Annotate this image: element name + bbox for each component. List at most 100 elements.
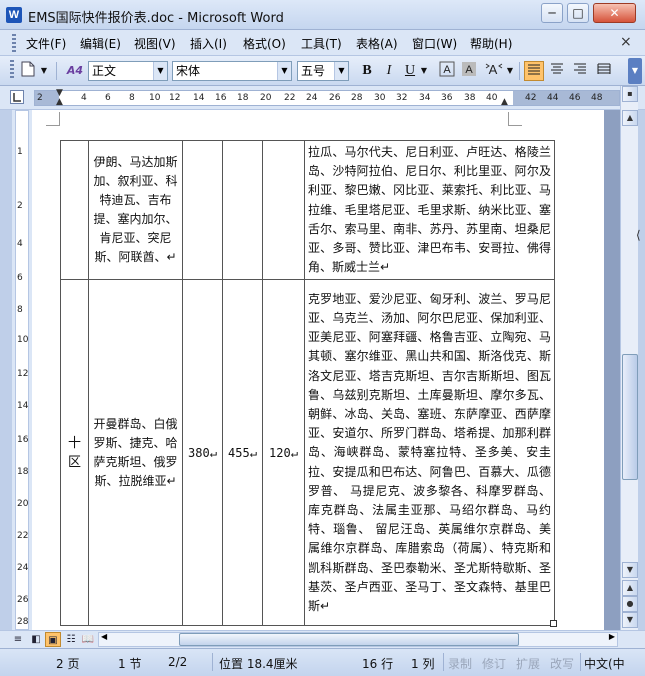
align-center-button[interactable] xyxy=(547,61,567,81)
scroll-left-arrow-icon[interactable]: ◀ xyxy=(101,632,107,641)
chevron-down-icon[interactable]: ▼ xyxy=(277,62,291,80)
status-column[interactable]: 1 列 xyxy=(411,655,434,672)
new-document-icon[interactable] xyxy=(18,61,38,81)
underline-dropdown-icon[interactable]: ▼ xyxy=(419,61,429,81)
horizontal-scrollbar[interactable]: ◀ ▶ xyxy=(98,632,618,647)
menu-format[interactable]: 格式(O) xyxy=(243,35,286,52)
crop-mark xyxy=(508,112,522,126)
ruler-toggle-icon[interactable]: ▪ xyxy=(622,86,638,102)
panel-expand-icon[interactable]: ⟨ xyxy=(636,228,641,242)
price-cell[interactable]: 120↵ xyxy=(262,279,305,627)
status-overtype[interactable]: 改写 xyxy=(550,655,574,672)
scroll-up-arrow-icon[interactable]: ▲ xyxy=(622,110,638,126)
status-position[interactable]: 位置 18.4厘米 xyxy=(219,655,298,672)
next-page-icon[interactable]: ▼ xyxy=(622,612,638,628)
menu-edit[interactable]: 编辑(E) xyxy=(80,35,121,52)
character-border-icon[interactable]: A xyxy=(438,61,456,81)
table-row: 伊朗、马达加斯加、叙利亚、科特迪瓦、吉布提、塞内加尔、肯尼亚、突尼斯、阿联酋、↵… xyxy=(60,139,555,281)
horizontal-ruler[interactable]: 2 4 6 8 10 12 14 16 18 20 22 24 26 28 30… xyxy=(0,86,645,110)
styles-formatting-icon[interactable]: A4 xyxy=(64,61,86,81)
scroll-down-arrow-icon[interactable]: ▼ xyxy=(622,562,638,578)
ruler-tick: 8 xyxy=(17,305,23,315)
toolbar-grip-handle[interactable] xyxy=(10,60,14,78)
destination-list-cell[interactable]: 克罗地亚、爱沙尼亚、匈牙利、波兰、罗马尼亚、乌克兰、汤加、阿尔巴尼亚、保加利亚、… xyxy=(304,279,555,627)
vertical-ruler[interactable]: 1 2 4 6 8 10 12 14 16 18 20 22 24 26 28 xyxy=(12,110,32,630)
maximize-button[interactable]: □ xyxy=(567,3,589,23)
status-line[interactable]: 16 行 xyxy=(362,655,393,672)
destination-list-cell[interactable]: 拉瓜、马尔代夫、尼日利亚、卢旺达、格陵兰岛、沙特阿拉伯、尼日尔、利比里亚、阿尔及… xyxy=(304,139,555,281)
menu-table[interactable]: 表格(A) xyxy=(356,35,398,52)
menu-view[interactable]: 视图(V) xyxy=(134,35,176,52)
ruler-tick: 1 xyxy=(17,147,23,157)
status-language[interactable]: 中文(中 xyxy=(584,655,625,672)
svg-text:A: A xyxy=(489,62,498,77)
underline-button[interactable]: U xyxy=(402,61,418,81)
table-resize-handle[interactable] xyxy=(550,620,557,627)
font-select[interactable]: 宋体 ▼ xyxy=(172,61,292,81)
outline-view-icon[interactable]: ☷ xyxy=(63,632,79,647)
menu-grip-handle[interactable] xyxy=(12,34,16,52)
status-record[interactable]: 录制 xyxy=(448,655,472,672)
price-table[interactable]: 伊朗、马达加斯加、叙利亚、科特迪瓦、吉布提、塞内加尔、肯尼亚、突尼斯、阿联酋、↵… xyxy=(60,139,555,627)
word-app-icon[interactable]: W xyxy=(6,7,22,23)
status-track-changes[interactable]: 修订 xyxy=(482,655,506,672)
zone-cell[interactable] xyxy=(60,139,89,281)
font-select-value: 宋体 xyxy=(176,64,201,78)
zone-cell[interactable]: 十区 xyxy=(60,279,89,627)
menu-tools[interactable]: 工具(T) xyxy=(301,35,342,52)
status-section[interactable]: 1 节 xyxy=(118,655,141,672)
vertical-scrollbar[interactable]: ▪ ▲ ▼ ▲ ● ▼ xyxy=(620,86,638,630)
price-cell[interactable]: 380↵ xyxy=(182,279,223,627)
align-justify-button[interactable] xyxy=(524,61,544,81)
status-extend[interactable]: 扩展 xyxy=(516,655,540,672)
scroll-right-arrow-icon[interactable]: ▶ xyxy=(609,632,615,641)
document-area[interactable]: 伊朗、马达加斯加、叙利亚、科特迪瓦、吉布提、塞内加尔、肯尼亚、突尼斯、阿联酋、↵… xyxy=(32,110,620,630)
horizontal-scroll-thumb[interactable] xyxy=(179,633,519,646)
new-document-dropdown-icon[interactable]: ▼ xyxy=(39,61,49,81)
web-layout-view-icon[interactable]: ◧ xyxy=(28,632,44,647)
svg-text:A: A xyxy=(465,64,473,76)
country-list-cell[interactable]: 伊朗、马达加斯加、叙利亚、科特迪瓦、吉布提、塞内加尔、肯尼亚、突尼斯、阿联酋、↵ xyxy=(88,139,183,281)
bold-button[interactable]: B xyxy=(358,61,376,81)
ruler-strip[interactable]: 2 4 6 8 10 12 14 16 18 20 22 24 26 28 30… xyxy=(34,88,620,107)
chevron-down-icon[interactable]: ▼ xyxy=(153,62,167,80)
right-indent-marker[interactable]: ▲ xyxy=(501,97,508,107)
chevron-down-icon[interactable]: ▼ xyxy=(334,62,348,80)
ruler-tick: 42 xyxy=(525,93,537,103)
distributed-align-button[interactable] xyxy=(594,61,614,81)
status-page-of[interactable]: 2/2 xyxy=(168,655,187,669)
print-layout-view-icon[interactable]: ▣ xyxy=(45,632,61,647)
vertical-scroll-thumb[interactable] xyxy=(622,354,638,480)
ruler-tick: 14 xyxy=(17,401,29,411)
country-list-cell[interactable]: 开曼群岛、白俄罗斯、捷克、哈萨克斯坦、俄罗斯、拉脱维亚↵ xyxy=(88,279,183,627)
document-page[interactable]: 伊朗、马达加斯加、叙利亚、科特迪瓦、吉布提、塞内加尔、肯尼亚、突尼斯、阿联酋、↵… xyxy=(32,110,604,630)
menu-help[interactable]: 帮助(H) xyxy=(470,35,512,52)
price-cell[interactable] xyxy=(222,139,263,281)
normal-view-icon[interactable]: ≡ xyxy=(10,632,26,647)
menu-insert[interactable]: 插入(I) xyxy=(190,35,227,52)
toolbar-options-icon[interactable]: ▼ xyxy=(628,58,642,84)
italic-button[interactable]: I xyxy=(380,61,398,81)
font-size-select[interactable]: 五号 ▼ xyxy=(297,61,349,81)
style-select[interactable]: 正文 ▼ xyxy=(88,61,168,81)
price-cell[interactable] xyxy=(182,139,223,281)
character-scaling-icon[interactable]: A xyxy=(484,61,504,81)
menu-file[interactable]: 文件(F) xyxy=(26,35,66,52)
status-page[interactable]: 2 页 xyxy=(56,655,79,672)
price-cell[interactable] xyxy=(262,139,305,281)
close-button[interactable]: ✕ xyxy=(593,3,636,23)
reading-view-icon[interactable]: 📖 xyxy=(80,632,96,647)
scaling-dropdown-icon[interactable]: ▼ xyxy=(505,61,515,81)
hanging-indent-marker[interactable]: ▲ xyxy=(56,97,63,107)
previous-page-icon[interactable]: ▲ xyxy=(622,580,638,596)
ruler-tick: 38 xyxy=(464,93,476,103)
menu-window[interactable]: 窗口(W) xyxy=(412,35,457,52)
character-shading-icon[interactable]: A xyxy=(460,61,478,81)
ruler-tick: 30 xyxy=(374,93,386,103)
browse-object-icon[interactable]: ● xyxy=(622,596,638,612)
minimize-button[interactable]: ─ xyxy=(541,3,563,23)
tab-selector-icon[interactable] xyxy=(10,90,24,104)
align-right-button[interactable] xyxy=(570,61,590,81)
close-document-icon[interactable]: × xyxy=(620,34,632,50)
price-cell[interactable]: 455↵ xyxy=(222,279,263,627)
